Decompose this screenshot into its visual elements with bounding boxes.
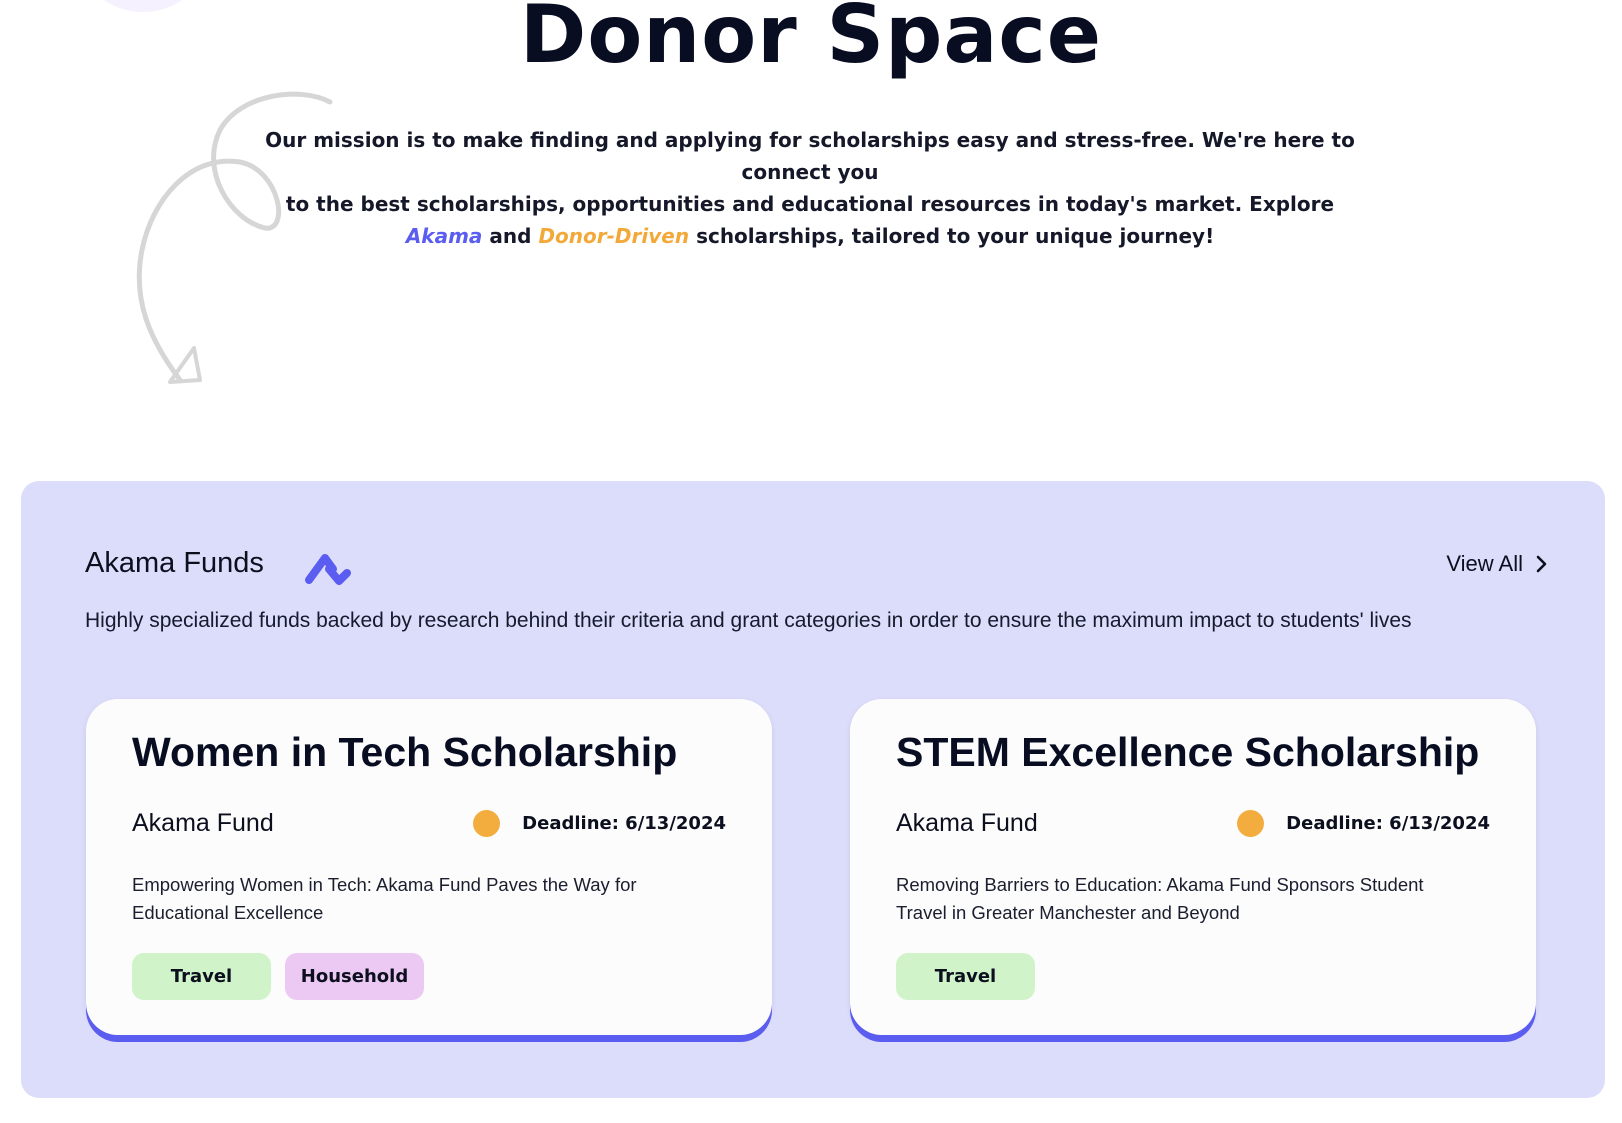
mission-conjunction: and [489,224,532,248]
tag-list: Travel [896,953,1035,1000]
view-all-label: View All [1446,551,1523,576]
deadline-group: Deadline: 6/13/2024 [473,810,726,837]
fund-name: Akama Fund [896,809,1038,837]
status-dot-icon [1237,810,1265,837]
deadline-label: Deadline: 6/13/2024 [522,813,726,834]
deadline-group: Deadline: 6/13/2024 [1237,810,1490,837]
card-meta: Akama Fund Deadline: 6/13/2024 [896,809,1490,838]
mission-line-1: Our mission is to make finding and apply… [265,128,1355,184]
mission-tail: scholarships, tailored to your unique jo… [696,224,1215,248]
scholarship-description: Empowering Women in Tech: Akama Fund Pav… [132,874,637,923]
page-title: Donor Space [519,0,1103,81]
scholarship-card[interactable]: Women in Tech Scholarship Akama Fund Dea… [86,699,772,1035]
akama-funds-panel: Akama Funds View All Highly specialized … [21,481,1605,1098]
tag-travel[interactable]: Travel [896,953,1035,1000]
donor-space-page: Donor Space Our mission is to make findi… [0,0,1622,1123]
highlight-akama: Akama [405,224,483,248]
scholarship-title: STEM Excellence Scholarship [896,729,1480,775]
view-all-link[interactable]: View All [1446,551,1549,577]
highlight-donor-driven: Donor-Driven [538,224,690,248]
chevron-right-icon [1536,555,1547,573]
mission-line-2: to the best scholarships, opportunities … [285,192,1335,216]
tag-household[interactable]: Household [285,953,424,1000]
scholarship-description: Removing Barriers to Education: Akama Fu… [896,874,1424,923]
scholarship-title: Women in Tech Scholarship [132,729,678,775]
tag-list: Travel Household [132,953,424,1000]
status-dot-icon [473,810,501,837]
tag-travel[interactable]: Travel [132,953,271,1000]
section-description: Highly specialized funds backed by resea… [85,609,1412,632]
deadline-label: Deadline: 6/13/2024 [1286,813,1490,834]
mission-statement: Our mission is to make finding and apply… [250,124,1370,252]
section-title: Akama Funds [85,547,264,579]
card-meta: Akama Fund Deadline: 6/13/2024 [132,809,726,838]
fund-name: Akama Fund [132,809,274,837]
akama-logo-icon [305,554,351,585]
scholarship-card[interactable]: STEM Excellence Scholarship Akama Fund D… [850,699,1536,1035]
